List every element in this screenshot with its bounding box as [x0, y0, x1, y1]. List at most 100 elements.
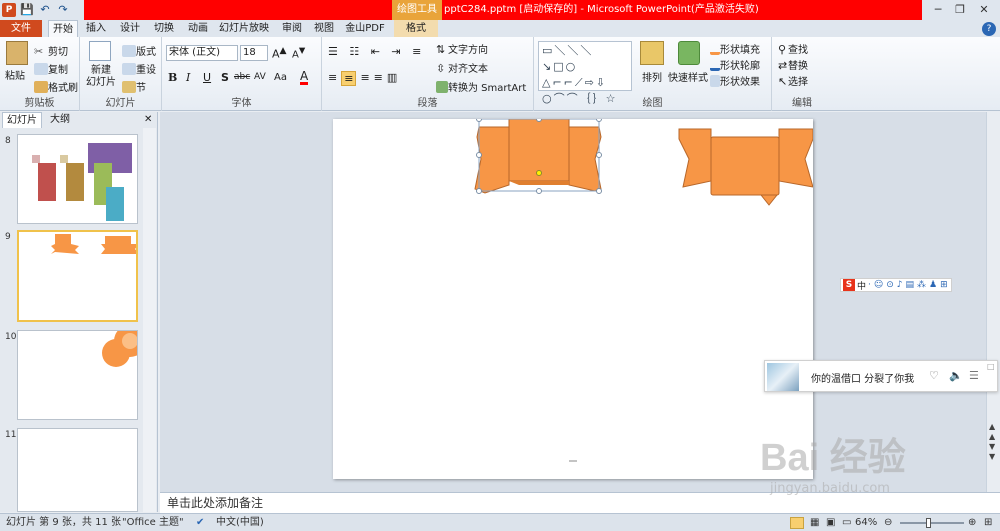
page-nav-arrows-icon[interactable]: ▲ ▲ ▼ ▼	[989, 422, 995, 462]
bold-button[interactable]: B	[168, 71, 177, 84]
shape-gallery[interactable]: ▭＼＼＼↘□○ △⌐⌐⟋⇨⇩ ○⌒⌒｛｝☆	[538, 41, 632, 105]
strikethrough-button[interactable]: abc	[234, 72, 250, 82]
help-icon[interactable]: ?	[982, 22, 996, 36]
reset-button[interactable]: 重设	[122, 61, 156, 76]
align-right-icon[interactable]: ≡	[360, 71, 369, 86]
ime-toolbar[interactable]: S 中 ·☺⊙♪▤⁂♟⊞	[840, 278, 952, 292]
close-window-button[interactable]: ✕	[970, 0, 998, 20]
text-direction-button[interactable]: ⇅ 文字方向	[436, 41, 488, 57]
zoom-out-icon[interactable]: ⊖	[884, 514, 892, 531]
replace-icon: ⇄	[778, 58, 788, 72]
font-size-select[interactable]: 18	[240, 45, 268, 61]
italic-button[interactable]: I	[186, 71, 190, 84]
shrink-font-icon[interactable]: A▼	[292, 45, 305, 60]
char-spacing-button[interactable]: AV	[254, 72, 266, 82]
volume-icon[interactable]: 🔈	[949, 369, 963, 382]
format-painter-button[interactable]: 格式刷	[34, 79, 78, 94]
playlist-icon[interactable]: ☰	[969, 369, 979, 382]
alignment-buttons[interactable]: ≡ ≡ ≡ ≡ ▥	[328, 71, 397, 86]
redo-icon[interactable]: ↷	[56, 3, 70, 17]
tab-slides[interactable]: 幻灯片	[2, 112, 42, 128]
ribbon-shape[interactable]	[678, 128, 814, 206]
undo-icon[interactable]: ↶	[38, 3, 52, 17]
window-title: pptC284.pptm [启动保存的] - Microsoft PowerPo…	[444, 4, 759, 15]
thumbnail-10-preview	[102, 331, 137, 367]
copy-button[interactable]: 复制	[34, 61, 68, 76]
tab-view[interactable]: 视图	[310, 20, 338, 37]
justify-icon[interactable]: ≡	[374, 71, 383, 86]
replace-button[interactable]: ⇄替换	[778, 57, 808, 73]
align-text-icon: ⇳	[436, 61, 446, 75]
slide-number: 8	[5, 136, 11, 146]
arrange-icon	[640, 41, 664, 65]
convert-smartart-button[interactable]: 转换为 SmartArt	[436, 79, 526, 94]
slide-thumbnail-10[interactable]	[17, 330, 138, 420]
change-case-button[interactable]: Aa	[274, 72, 287, 83]
new-slide-button[interactable]: 新建 幻灯片	[84, 65, 118, 89]
align-center-icon[interactable]: ≡	[341, 71, 357, 86]
shape-effects-button[interactable]: 形状效果	[710, 73, 760, 88]
slide-thumbnail-8[interactable]	[17, 134, 138, 224]
tab-insert[interactable]: 插入	[82, 20, 110, 37]
tab-outline[interactable]: 大纲	[46, 112, 74, 128]
close-popup-icon[interactable]: □	[987, 362, 995, 371]
editor-scrollbar[interactable]: ▲ ▲ ▼ ▼	[986, 112, 1000, 492]
tab-file[interactable]: 文件	[0, 20, 42, 37]
zoom-slider-thumb[interactable]	[926, 518, 931, 528]
cut-button[interactable]: ✂ 剪切	[34, 43, 68, 59]
fit-to-window-icon[interactable]: ⊞	[984, 514, 992, 531]
font-name-select[interactable]: 宋体 (正文)	[166, 45, 238, 61]
list-buttons[interactable]: ☰ ☷ ⇤ ⇥ ≡	[328, 45, 425, 58]
align-text-button[interactable]: ⇳ 对齐文本	[436, 60, 488, 76]
columns-icon[interactable]: ▥	[387, 71, 397, 86]
panel-scrollbar[interactable]	[143, 128, 156, 512]
tab-transitions[interactable]: 切换	[150, 20, 178, 37]
spellcheck-icon[interactable]: ✔	[196, 514, 204, 531]
underline-button[interactable]: U	[203, 71, 211, 84]
heart-icon[interactable]: ♡	[929, 369, 939, 382]
language-indicator[interactable]: 中文(中国)	[216, 514, 264, 531]
ime-mode[interactable]: 中	[857, 279, 866, 292]
tab-design[interactable]: 设计	[116, 20, 144, 37]
ime-tool-icons[interactable]: ·☺⊙♪▤⁂♟⊞	[868, 280, 951, 290]
zoom-slider[interactable]	[900, 518, 964, 528]
paste-button[interactable]: 粘贴	[5, 67, 25, 82]
align-left-icon[interactable]: ≡	[328, 71, 337, 86]
tab-format[interactable]: 格式	[394, 20, 438, 37]
tab-slideshow[interactable]: 幻灯片放映	[216, 20, 272, 37]
effects-icon	[710, 74, 720, 87]
slide-thumbnail-11[interactable]	[17, 428, 138, 512]
normal-view-icon[interactable]	[790, 517, 804, 529]
shape-fill-button[interactable]: 形状填充	[710, 41, 760, 56]
text-direction-icon: ⇅	[436, 42, 446, 56]
ribbon-shape-selected[interactable]	[474, 116, 602, 194]
reading-view-icon[interactable]: ▣	[826, 514, 835, 531]
slide-canvas[interactable]	[333, 116, 814, 479]
zoom-in-icon[interactable]: ⊕	[968, 514, 976, 531]
arrange-button[interactable]: 排列	[642, 69, 662, 84]
font-color-button[interactable]: A	[300, 70, 309, 85]
group-font: 宋体 (正文) 18 A▲ A▼ B I U S abc AV Aa A 字体	[162, 37, 322, 111]
layout-button[interactable]: 版式	[122, 43, 156, 58]
tab-review[interactable]: 审阅	[278, 20, 306, 37]
tab-kingsoft-pdf[interactable]: 金山PDF	[342, 20, 388, 37]
group-label: 段落	[417, 98, 438, 109]
zoom-level[interactable]: 64%	[855, 514, 877, 531]
group-label: 绘图	[642, 98, 663, 109]
find-button[interactable]: ⚲ 查找	[778, 41, 808, 57]
tab-animations[interactable]: 动画	[184, 20, 212, 37]
slide-sorter-icon[interactable]: ▦	[810, 514, 819, 531]
ribbon-tabs: 文件 开始 插入 设计 切换 动画 幻灯片放映 审阅 视图 金山PDF 格式	[0, 20, 1000, 37]
section-button[interactable]: 节	[122, 79, 146, 94]
shape-outline-button[interactable]: 形状轮廓	[710, 57, 760, 72]
tab-home[interactable]: 开始	[48, 20, 78, 37]
grow-font-icon[interactable]: A▲	[272, 45, 287, 61]
select-button[interactable]: ↖选择	[778, 73, 808, 89]
music-notification[interactable]: 你的温借口 分裂了你我 ♡ 🔈 ☰ □	[764, 360, 998, 392]
shadow-button[interactable]: S	[221, 71, 229, 84]
quick-styles-button[interactable]: 快速样式	[668, 69, 708, 84]
slideshow-icon[interactable]: ▭	[842, 514, 851, 531]
slide-thumbnail-9[interactable]	[17, 230, 138, 322]
save-icon[interactable]: 💾	[20, 3, 34, 17]
close-panel-icon[interactable]: ✕	[140, 112, 156, 128]
